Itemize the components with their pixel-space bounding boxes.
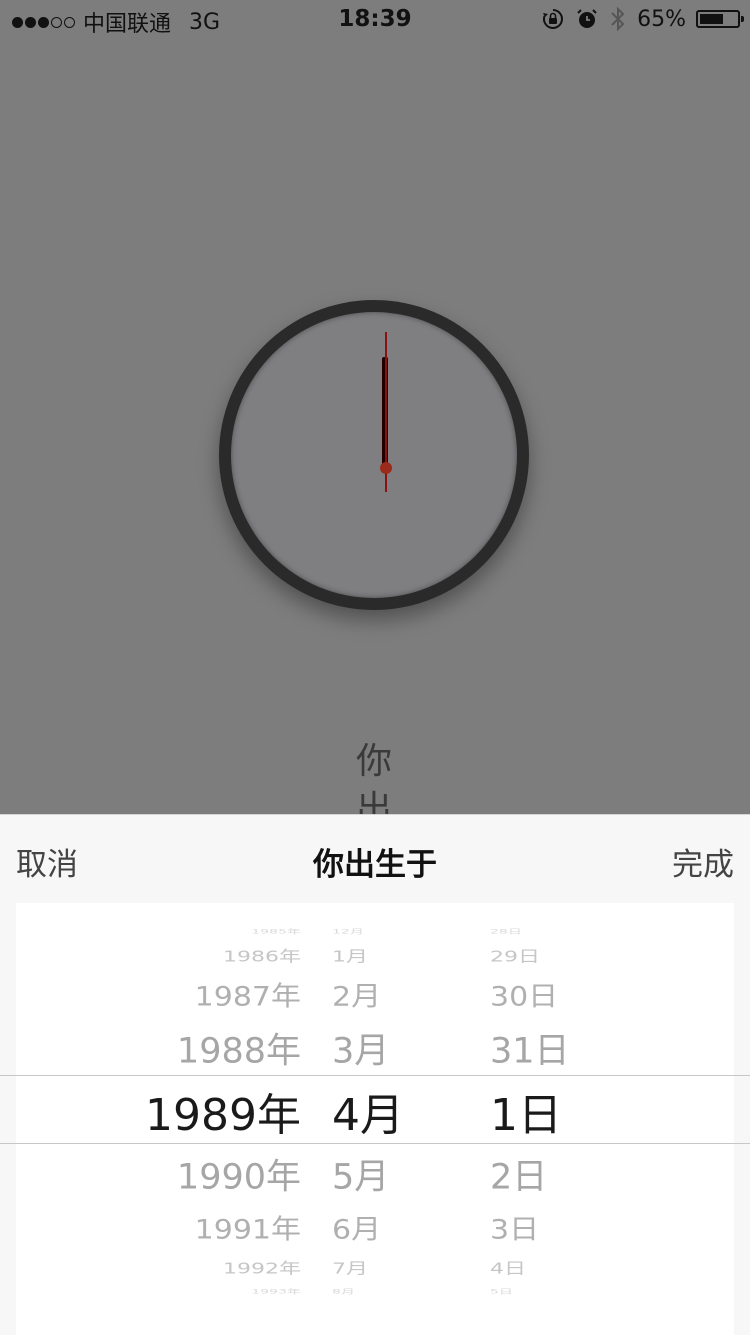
picker-day-option[interactable]: 3日 [490, 1207, 539, 1247]
selection-line-bottom [0, 1143, 750, 1144]
picker-year-option[interactable]: 1990年 [177, 1149, 301, 1200]
picker-day-option[interactable]: 5日 [490, 1287, 513, 1296]
picker-year-option[interactable]: 1985年 [251, 927, 301, 936]
bluetooth-icon [611, 6, 625, 32]
picker-month-option[interactable]: 12月 [332, 927, 364, 936]
battery-icon [696, 10, 744, 28]
picker-month-option[interactable]: 6月 [332, 1207, 381, 1247]
picker-day-option[interactable]: 28日 [490, 927, 522, 936]
picker-year-option[interactable]: 1986年 [223, 944, 301, 966]
picker-month-option[interactable]: 2月 [332, 974, 381, 1014]
picker-year-option[interactable]: 1993年 [251, 1287, 301, 1296]
picker-year-option[interactable]: 1992年 [223, 1256, 301, 1278]
sheet-header: 取消 你出生于 完成 [0, 815, 750, 903]
picker-year-option[interactable]: 1988年 [177, 1023, 301, 1074]
picker-day-option[interactable]: 2日 [490, 1149, 547, 1200]
picker-month-option[interactable]: 5月 [332, 1149, 389, 1200]
picker-year-option[interactable]: 1991年 [195, 1207, 301, 1247]
picker-month-option[interactable]: 4月 [332, 1079, 404, 1143]
picker-year-option[interactable]: 1987年 [195, 974, 301, 1014]
picker-month-option[interactable]: 8月 [332, 1287, 355, 1296]
date-picker-wheel[interactable]: 1985年 12月 28日 1986年 1月 29日 1987年 2月 30日 1988年 3月 31… [16, 903, 734, 1335]
status-right: 65% [541, 6, 744, 32]
picker-year-option[interactable]: 1989年 [145, 1079, 301, 1143]
picker-day-option[interactable]: 4日 [490, 1256, 526, 1278]
clock-dial [219, 300, 529, 610]
clock-face [231, 312, 517, 598]
sheet-title: 你出生于 [313, 847, 437, 883]
picker-day-option[interactable]: 29日 [490, 944, 540, 966]
alarm-icon [577, 9, 597, 28]
picker-day-option[interactable]: 30日 [490, 974, 558, 1014]
picker-month-option[interactable]: 7月 [332, 1256, 368, 1278]
rotation-lock-icon [543, 9, 564, 29]
selection-line-top [0, 1075, 750, 1076]
picker-day-option[interactable]: 1日 [490, 1079, 562, 1143]
picker-month-option[interactable]: 1月 [332, 944, 368, 966]
done-button[interactable]: 完成 [672, 839, 734, 884]
status-bar: 中国联通 3G 18:39 65% [0, 0, 750, 40]
picker-month-option[interactable]: 3月 [332, 1023, 389, 1074]
picker-day-option[interactable]: 31日 [490, 1023, 570, 1074]
clock-hub [380, 462, 392, 474]
battery-percent: 65% [637, 6, 686, 32]
